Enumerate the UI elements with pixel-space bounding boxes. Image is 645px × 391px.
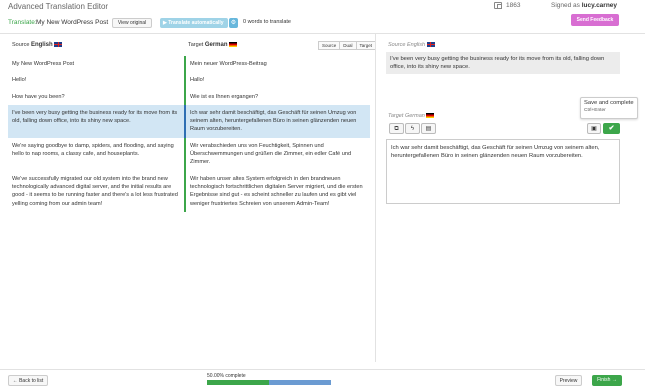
finish-button[interactable]: Finish →: [592, 375, 622, 386]
copy-icon: [494, 2, 502, 9]
gear-icon[interactable]: ⚙: [229, 18, 238, 28]
floppy-icon: ▣: [591, 126, 597, 132]
post-title: My New WordPress Post: [36, 19, 109, 26]
segment-target[interactable]: Wir haben unser altes System erfolgreich…: [184, 170, 370, 212]
editor-target-label: Target German: [388, 113, 435, 119]
source-language-header: Source English: [12, 42, 63, 48]
segment-target[interactable]: Hallo!: [184, 72, 370, 89]
translation-input[interactable]: Ich war sehr damit beschäftigt, das Gesc…: [386, 139, 620, 204]
segment-target[interactable]: Wir verabschieden uns von Feuchtigkeit, …: [184, 137, 370, 171]
view-mode-dual[interactable]: Dual: [340, 41, 357, 50]
segment-source: My New WordPress Post: [12, 61, 75, 67]
segment-row[interactable]: How have you been? Wie ist es Ihnen erga…: [8, 88, 370, 105]
view-original-button[interactable]: View original: [112, 18, 152, 28]
progress-bar: [207, 380, 331, 385]
segment-target[interactable]: Wie ist es Ihnen ergangen?: [184, 88, 370, 105]
view-mode-toggle: Source Dual Target: [318, 41, 377, 50]
segment-row[interactable]: We're saying goodbye to damp, spiders, a…: [8, 137, 370, 171]
send-feedback-button[interactable]: Send Feedback: [571, 14, 619, 26]
back-to-list-button[interactable]: ← Back to list: [8, 375, 48, 386]
segment-source: I've been very busy getting the business…: [12, 109, 178, 125]
uk-flag-icon: [54, 42, 63, 48]
signed-as: Signed as lucy.carney: [551, 2, 618, 9]
username: lucy.carney: [581, 2, 618, 9]
segment-source: We've successfully migrated our old syst…: [12, 175, 178, 207]
copy-icon: ⧉: [394, 126, 399, 132]
segment-row-active[interactable]: I've been very busy getting the business…: [8, 104, 370, 138]
footer-bar: ← Back to list 50.00% complete Preview F…: [0, 369, 645, 391]
segment-target[interactable]: Mein neuer WordPress-Beitrag: [184, 56, 370, 73]
translate-automatically-button[interactable]: ▶ Translate automatically: [160, 18, 228, 28]
segment-row[interactable]: Hello! Hallo!: [8, 72, 370, 89]
glossary-button[interactable]: ▤: [421, 123, 436, 134]
segment-source: Hello!: [12, 77, 27, 84]
tooltip-title: Save and complete: [584, 100, 634, 106]
uk-flag-icon: [426, 42, 435, 48]
segment-source: We're saying goodbye to damp, spiders, a…: [12, 142, 174, 158]
segments-pane: Source English Target German Source Dual…: [8, 38, 377, 360]
segment-list: My New WordPress Post Mein neuer WordPre…: [8, 56, 370, 212]
view-mode-source[interactable]: Source: [318, 41, 341, 50]
save-draft-button[interactable]: ▣: [587, 123, 601, 134]
header-divider: [0, 33, 645, 34]
editor-source-label: Source English: [388, 42, 435, 48]
word-counter: 1863: [494, 2, 520, 9]
copy-source-button[interactable]: ⧉: [389, 123, 404, 134]
checkmark-icon: ✔: [608, 125, 615, 132]
translate-toolbar: Translate: My New WordPress Post View or…: [0, 15, 570, 31]
book-icon: ▤: [425, 126, 432, 132]
save-complete-button[interactable]: ✔: [603, 123, 620, 134]
translate-label: Translate:: [8, 19, 37, 26]
app-title: Advanced Translation Editor: [8, 2, 109, 11]
segment-row[interactable]: My New WordPress Post Mein neuer WordPre…: [8, 56, 370, 73]
segment-target[interactable]: Ich war sehr damit beschäftigt, das Gesc…: [184, 104, 370, 138]
target-language-header: Target German: [188, 42, 238, 48]
segment-row[interactable]: We've successfully migrated our old syst…: [8, 170, 370, 212]
view-mode-target[interactable]: Target: [356, 41, 377, 50]
top-bar: Advanced Translation Editor 1863 Signed …: [0, 0, 645, 12]
preview-button[interactable]: Preview: [555, 375, 582, 386]
german-flag-icon: [229, 42, 238, 48]
tooltip-shortcut: Ctrl+Enter: [584, 108, 606, 113]
progress-bar-fill: [207, 380, 269, 385]
editor-source-text: I've been very busy getting the business…: [386, 52, 620, 74]
counter-value: 1863: [506, 2, 521, 9]
pane-divider: [375, 34, 376, 362]
progress-label: 50.00% complete: [207, 373, 246, 379]
words-to-translate: 0 words to translate: [243, 19, 291, 25]
machine-translate-button[interactable]: ϟ: [405, 123, 420, 134]
german-flag-icon: [426, 113, 435, 119]
lightning-icon: ϟ: [410, 126, 415, 132]
save-complete-tooltip: Save and complete Ctrl+Enter: [580, 97, 638, 119]
segment-source: How have you been?: [12, 93, 65, 100]
